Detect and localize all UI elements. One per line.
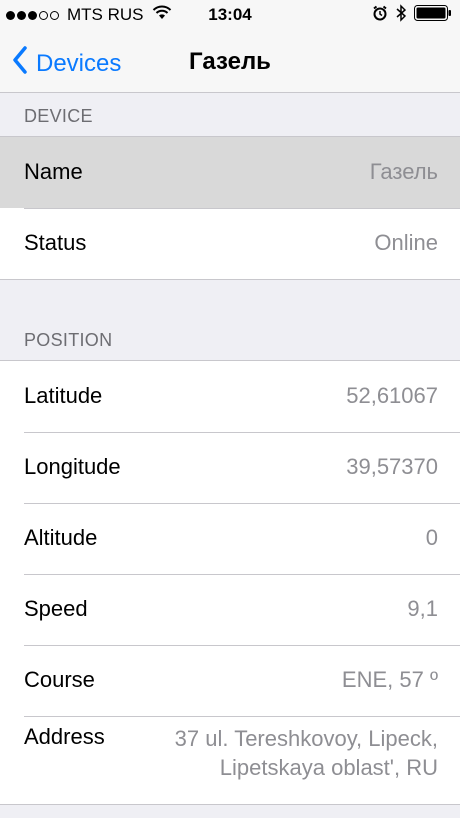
- address-line-2: Lipetskaya oblast', RU: [219, 755, 438, 780]
- row-label: Course: [24, 667, 95, 692]
- address-line-1: 37 ul. Tereshkovoy, Lipeck,: [174, 726, 438, 751]
- row-address[interactable]: Address 37 ul. Tereshkovoy, Lipeck, Lipe…: [0, 716, 460, 804]
- row-value: 39,57370: [346, 454, 438, 479]
- row-longitude[interactable]: Longitude 39,57370: [0, 432, 460, 503]
- section-header-device: DEVICE: [24, 106, 93, 126]
- row-latitude[interactable]: Latitude 52,61067: [0, 361, 460, 432]
- bluetooth-icon: [396, 4, 406, 22]
- row-label: Longitude: [24, 454, 121, 479]
- row-label: Altitude: [24, 525, 98, 550]
- section-header-position: POSITION: [24, 330, 113, 350]
- row-value: 9,1: [407, 596, 438, 621]
- device-group: Name Газель Status Online: [0, 136, 460, 280]
- row-name[interactable]: Name Газель: [0, 137, 460, 208]
- row-value: 52,61067: [346, 383, 438, 408]
- row-label: Speed: [24, 596, 88, 621]
- row-label: Status: [24, 230, 87, 255]
- row-speed[interactable]: Speed 9,1: [0, 574, 460, 645]
- row-course[interactable]: Course ENE, 57 º: [0, 645, 460, 716]
- page-title: Газель: [189, 48, 271, 75]
- battery-icon: [414, 5, 452, 21]
- position-group: Latitude 52,61067 Longitude 39,57370 Alt…: [0, 360, 460, 805]
- row-value: 37 ul. Tereshkovoy, Lipeck, Lipetskaya o…: [175, 724, 438, 782]
- row-value: 0: [425, 525, 438, 550]
- status-right: [372, 4, 452, 22]
- row-value: Online: [374, 230, 438, 255]
- navigation-bar: Devices Газель: [0, 30, 460, 93]
- alarm-icon: [372, 5, 388, 21]
- row-altitude[interactable]: Altitude 0: [0, 503, 460, 574]
- row-label: Latitude: [24, 383, 103, 408]
- row-value: Газель: [369, 159, 438, 184]
- status-bar: MTS RUS 13:04: [0, 0, 460, 30]
- row-value: ENE, 57 º: [341, 667, 438, 692]
- row-status[interactable]: Status Online: [0, 208, 460, 279]
- row-label: Address: [24, 724, 105, 749]
- row-label: Name: [24, 159, 83, 184]
